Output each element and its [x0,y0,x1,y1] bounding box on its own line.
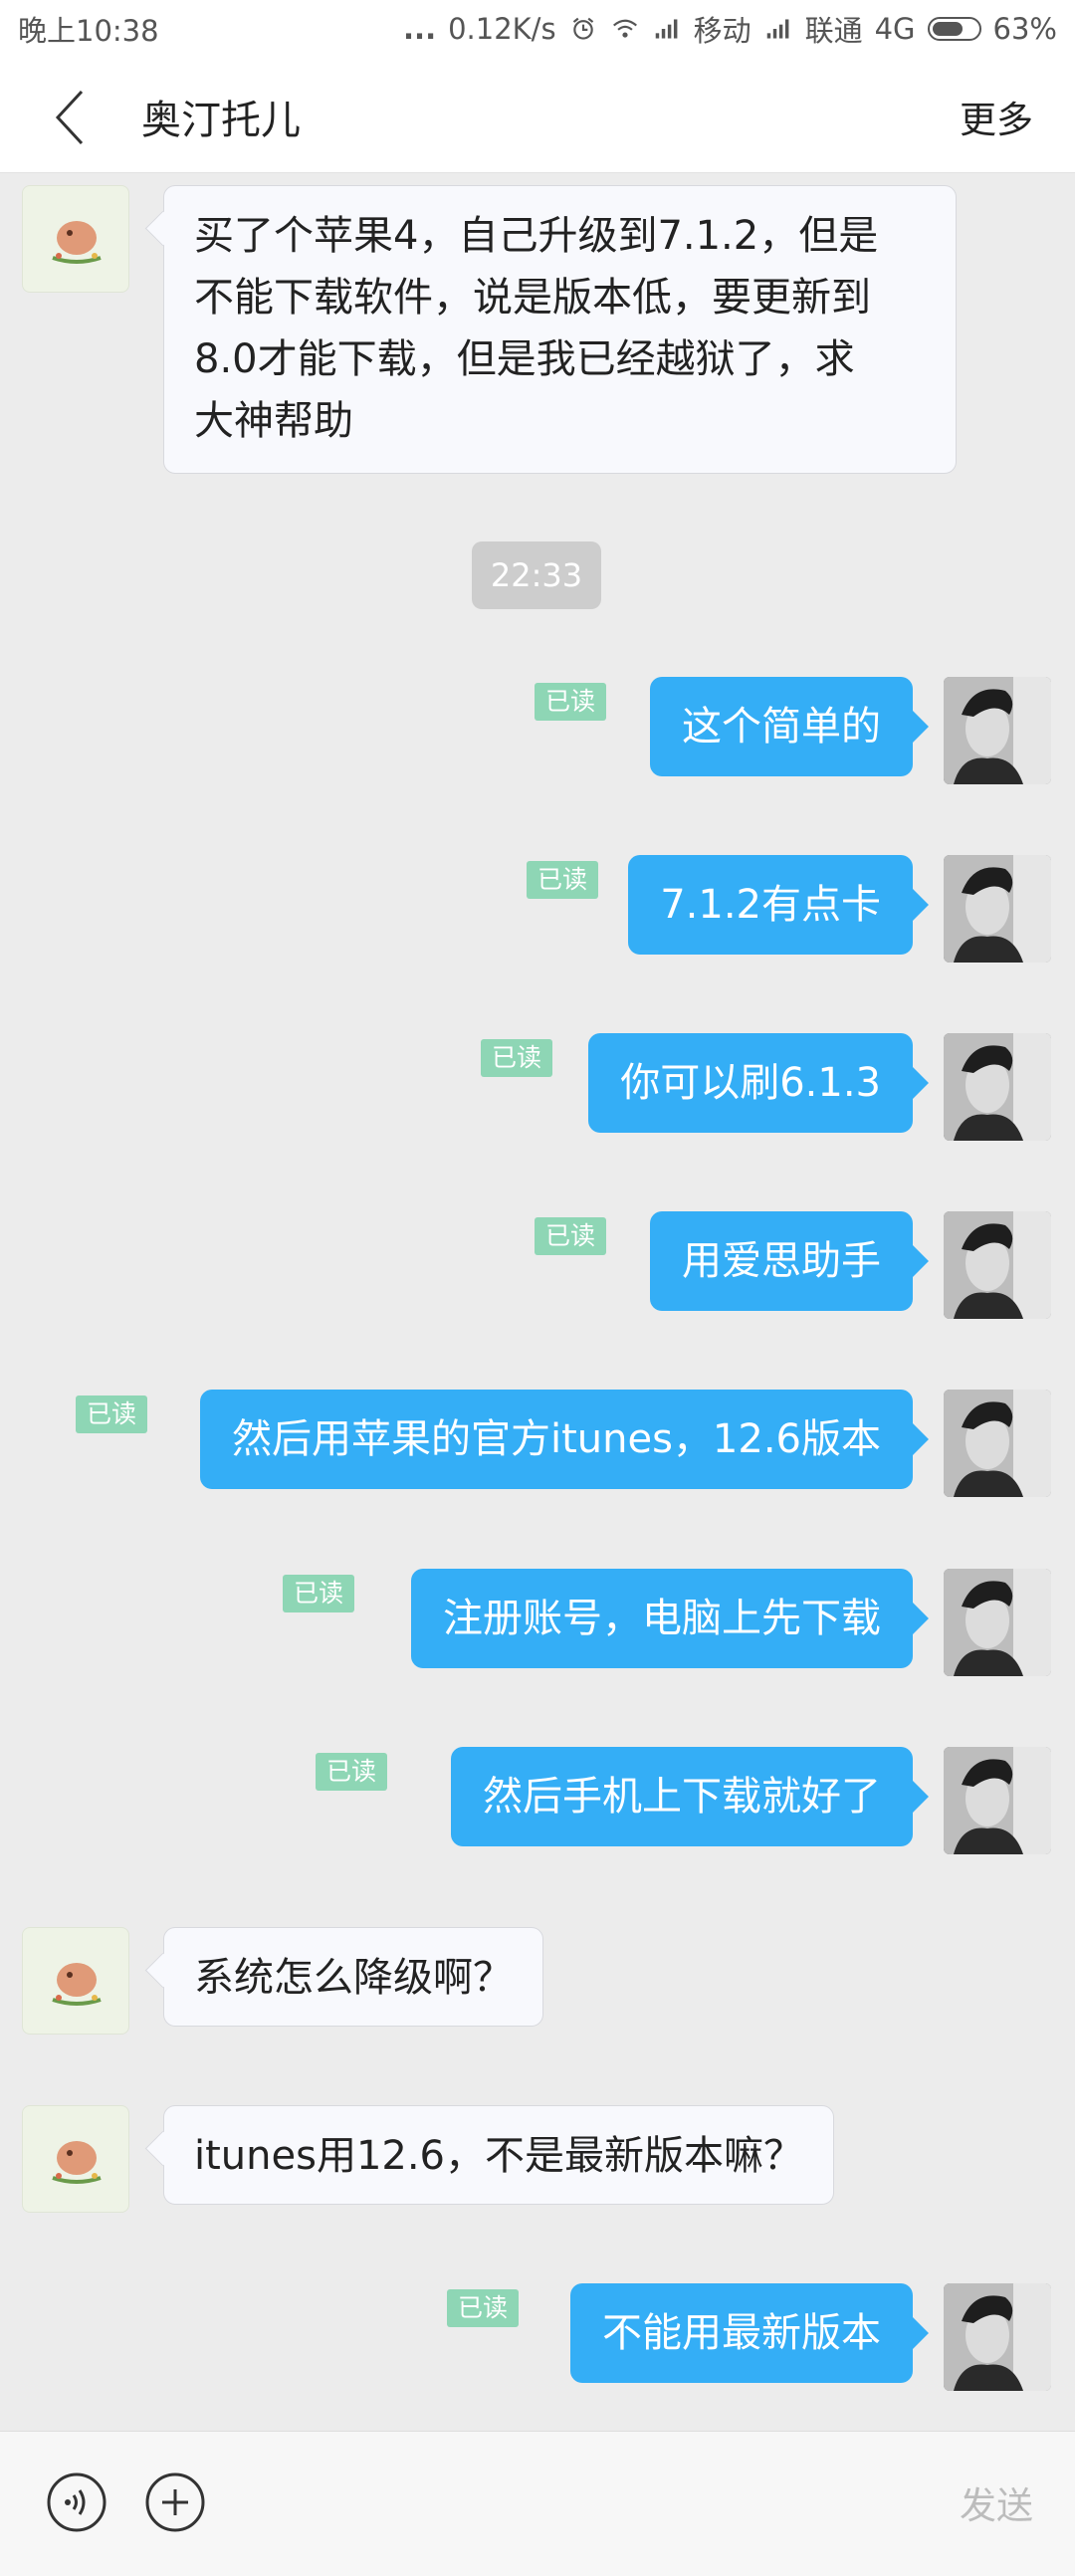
signal-icon [766,19,788,39]
read-receipt-badge: 已读 [481,1039,553,1077]
nav-bar: 奥汀托儿 更多 [0,58,1075,173]
status-dots: ... [403,12,437,46]
message-bubble-incoming[interactable]: itunes用12.6，不是最新版本嘛？ [163,2105,835,2205]
status-bar: 晚上10:38 ... 0.12K/s 移动 联通 4G 63% [0,0,1075,58]
message-line: 8.0才能下载，但是我已经越狱了，求 [194,336,855,382]
read-receipt-badge: 已读 [447,2289,520,2327]
portrait-avatar-icon [944,855,1051,963]
message-line: 大神帮助 [194,398,353,444]
contact-avatar[interactable] [22,2105,129,2213]
send-button[interactable]: 发送 [960,2475,1033,2529]
timestamp-divider: 22:33 [472,541,601,609]
portrait-avatar-icon [944,677,1051,784]
portrait-avatar-icon [944,1569,1051,1676]
wifi-icon [612,19,637,38]
read-receipt-badge: 已读 [283,1575,355,1612]
input-bar: 发送 [0,2431,1075,2576]
user-avatar[interactable] [944,1390,1051,1497]
hedgehog-avatar-icon [52,2141,102,2184]
read-receipt-badge: 已读 [535,683,607,721]
hedgehog-avatar-icon [52,221,102,264]
net-speed: 0.12K/s [448,12,556,46]
message-bubble-outgoing[interactable]: 你可以刷6.1.3 [588,1033,913,1133]
portrait-avatar-icon [944,1211,1051,1319]
message-line: 买了个苹果4，自己升级到7.1.2，但是 [194,213,879,259]
user-avatar[interactable] [944,2283,1051,2391]
read-receipt-badge: 已读 [316,1753,388,1791]
status-time: 晚上10:38 [18,14,159,48]
chat-title: 奥汀托儿 [141,98,301,143]
battery-percent: 63% [992,12,1057,46]
contact-avatar[interactable] [22,185,129,293]
message-line: 不能下载软件，说是版本低，要更新到 [194,275,871,321]
voice-icon[interactable] [46,2471,108,2533]
user-avatar[interactable] [944,677,1051,784]
portrait-avatar-icon [944,2283,1051,2391]
carrier-2: 联通 [804,14,863,48]
back-arrow-icon[interactable] [50,88,90,147]
signal-icon [655,19,677,39]
hedgehog-avatar-icon [52,1963,102,2006]
contact-avatar[interactable] [22,1927,129,2035]
user-avatar[interactable] [944,1211,1051,1319]
message-bubble-incoming[interactable]: 买了个苹果4，自己升级到7.1.2，但是 不能下载软件，说是版本低，要更新到 8… [163,185,957,474]
chat-area[interactable]: 买了个苹果4，自己升级到7.1.2，但是 不能下载软件，说是版本低，要更新到 8… [0,173,1075,2431]
plus-icon[interactable] [144,2471,206,2533]
message-bubble-incoming[interactable]: 系统怎么降级啊？ [163,1927,543,2027]
user-avatar[interactable] [944,1033,1051,1141]
portrait-avatar-icon [944,1033,1051,1141]
user-avatar[interactable] [944,1569,1051,1676]
more-button[interactable]: 更多 [960,90,1033,143]
message-bubble-outgoing[interactable]: 7.1.2有点卡 [628,855,913,955]
user-avatar[interactable] [944,1747,1051,1854]
message-bubble-outgoing[interactable]: 不能用最新版本 [570,2283,913,2383]
read-receipt-badge: 已读 [527,861,599,899]
network-type: 4G [874,12,916,46]
read-receipt-badge: 已读 [535,1217,607,1255]
battery-icon [927,17,981,41]
read-receipt-badge: 已读 [76,1395,148,1433]
message-bubble-outgoing[interactable]: 然后手机上下载就好了 [451,1747,913,1846]
message-bubble-outgoing[interactable]: 然后用苹果的官方itunes，12.6版本 [199,1390,913,1489]
portrait-avatar-icon [944,1390,1051,1497]
portrait-avatar-icon [944,1747,1051,1854]
carrier-1: 移动 [693,14,752,48]
message-bubble-outgoing[interactable]: 这个简单的 [650,677,913,776]
alarm-icon [572,17,593,40]
message-bubble-outgoing[interactable]: 注册账号，电脑上先下载 [411,1569,913,1668]
user-avatar[interactable] [944,855,1051,963]
message-bubble-outgoing[interactable]: 用爱思助手 [650,1211,913,1311]
